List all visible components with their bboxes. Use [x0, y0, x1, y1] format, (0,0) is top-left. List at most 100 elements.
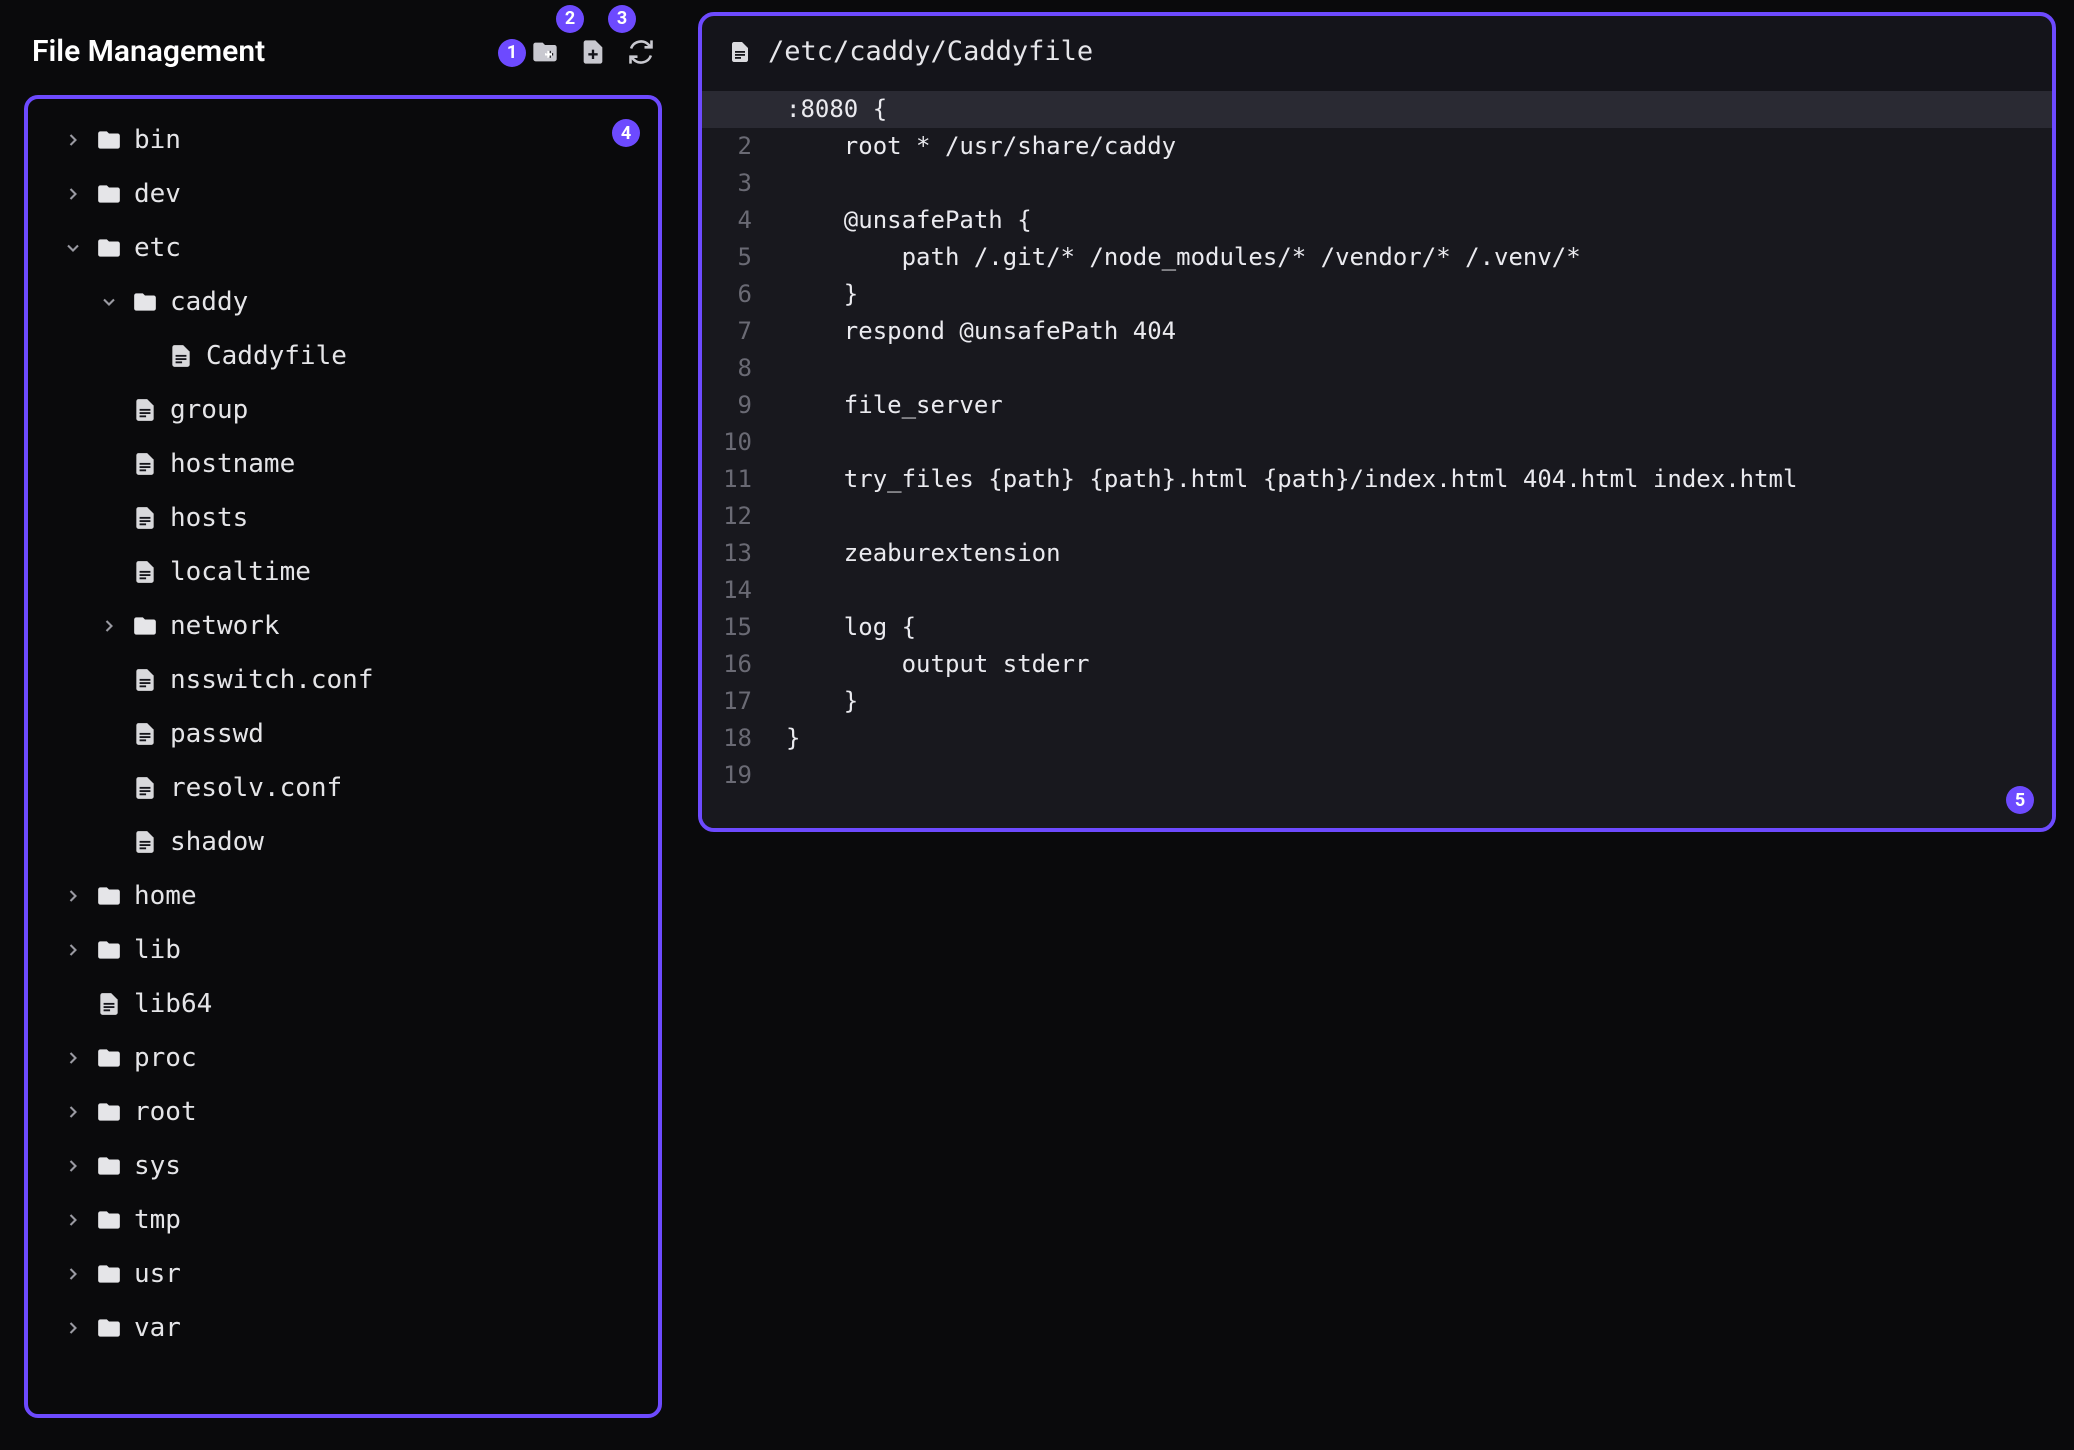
- tree-item-label: var: [134, 1313, 181, 1343]
- tree-item-label: usr: [134, 1259, 181, 1289]
- code-line[interactable]: [768, 572, 2040, 609]
- folder-icon: [96, 235, 122, 261]
- new-file-button[interactable]: 3: [576, 35, 610, 69]
- tree-item-label: root: [134, 1097, 197, 1127]
- chevron-right-icon[interactable]: [62, 1047, 84, 1069]
- code-line[interactable]: }: [768, 720, 2040, 757]
- refresh-button[interactable]: [624, 35, 658, 69]
- code-line[interactable]: :8080 {: [702, 91, 2052, 128]
- tree-file-localtime[interactable]: localtime: [38, 545, 648, 599]
- line-number: 18: [702, 720, 752, 757]
- tree-item-label: lib: [134, 935, 181, 965]
- editor-panel: /etc/caddy/Caddyfile 1234567891011121314…: [694, 8, 2066, 1442]
- chevron-right-icon[interactable]: [98, 615, 120, 637]
- tree-file-hosts[interactable]: hosts: [38, 491, 648, 545]
- tree-folder-home[interactable]: home: [38, 869, 648, 923]
- folder-icon: [132, 289, 158, 315]
- file-icon: [132, 721, 158, 747]
- code-line[interactable]: [768, 424, 2040, 461]
- code-line[interactable]: zeaburextension: [768, 535, 2040, 572]
- code-line[interactable]: [768, 757, 2040, 794]
- tree-item-label: shadow: [170, 827, 264, 857]
- folder-icon: [132, 613, 158, 639]
- tree-folder-sys[interactable]: sys: [38, 1139, 648, 1193]
- tree-item-label: home: [134, 881, 197, 911]
- code-line[interactable]: }: [768, 683, 2040, 720]
- annotation-badge-3: 3: [608, 5, 636, 33]
- chevron-right-icon[interactable]: [62, 885, 84, 907]
- tree-folder-tmp[interactable]: tmp: [38, 1193, 648, 1247]
- chevron-right-icon[interactable]: [62, 129, 84, 151]
- tree-file-hostname[interactable]: hostname: [38, 437, 648, 491]
- tree-file-caddyfile[interactable]: Caddyfile: [38, 329, 648, 383]
- line-number: 7: [702, 313, 752, 350]
- editor-header: /etc/caddy/Caddyfile: [702, 16, 2052, 91]
- line-number: 12: [702, 498, 752, 535]
- tree-item-label: dev: [134, 179, 181, 209]
- tree-folder-caddy[interactable]: caddy: [38, 275, 648, 329]
- tree-item-label: Caddyfile: [206, 341, 347, 371]
- file-management-panel: File Management 1 2 3: [8, 8, 678, 1442]
- code-line[interactable]: [768, 498, 2040, 535]
- code-line[interactable]: }: [768, 276, 2040, 313]
- chevron-down-icon[interactable]: [62, 237, 84, 259]
- folder-icon: [96, 181, 122, 207]
- code-line[interactable]: try_files {path} {path}.html {path}/inde…: [768, 461, 2040, 498]
- code-line[interactable]: root * /usr/share/caddy: [768, 128, 2040, 165]
- folder-icon: [96, 1045, 122, 1071]
- file-tree[interactable]: 4 bindevetccaddyCaddyfilegrouphostnameho…: [24, 95, 662, 1418]
- folder-icon: [96, 1207, 122, 1233]
- code-body[interactable]: 12345678910111213141516171819 :8080 { ro…: [702, 91, 2052, 828]
- line-number: 3: [702, 165, 752, 202]
- file-icon: [728, 40, 752, 64]
- tree-item-label: localtime: [170, 557, 311, 587]
- tree-folder-lib[interactable]: lib: [38, 923, 648, 977]
- tree-folder-bin[interactable]: bin: [38, 113, 648, 167]
- file-icon: [132, 397, 158, 423]
- tree-folder-proc[interactable]: proc: [38, 1031, 648, 1085]
- sidebar-header: File Management 1 2 3: [8, 16, 678, 87]
- line-number: 11: [702, 461, 752, 498]
- chevron-right-icon[interactable]: [62, 1209, 84, 1231]
- tree-file-passwd[interactable]: passwd: [38, 707, 648, 761]
- folder-icon: [96, 1315, 122, 1341]
- tree-file-lib64[interactable]: lib64: [38, 977, 648, 1031]
- line-number: 13: [702, 535, 752, 572]
- chevron-right-icon[interactable]: [62, 1155, 84, 1177]
- tree-item-label: hosts: [170, 503, 248, 533]
- folder-icon: [96, 1099, 122, 1125]
- tree-file-resolv-conf[interactable]: resolv.conf: [38, 761, 648, 815]
- code-line[interactable]: file_server: [768, 387, 2040, 424]
- chevron-right-icon[interactable]: [62, 183, 84, 205]
- tree-folder-network[interactable]: network: [38, 599, 648, 653]
- tree-folder-usr[interactable]: usr: [38, 1247, 648, 1301]
- code-line[interactable]: output stderr: [768, 646, 2040, 683]
- code-content[interactable]: :8080 { root * /usr/share/caddy @unsafeP…: [768, 91, 2040, 794]
- line-number: 2: [702, 128, 752, 165]
- code-line[interactable]: respond @unsafePath 404: [768, 313, 2040, 350]
- tree-folder-root[interactable]: root: [38, 1085, 648, 1139]
- tree-folder-dev[interactable]: dev: [38, 167, 648, 221]
- chevron-right-icon[interactable]: [62, 939, 84, 961]
- line-number: 6: [702, 276, 752, 313]
- chevron-right-icon[interactable]: [62, 1101, 84, 1123]
- new-folder-button[interactable]: 1 2: [528, 35, 562, 69]
- tree-folder-etc[interactable]: etc: [38, 221, 648, 275]
- tree-file-nsswitch-conf[interactable]: nsswitch.conf: [38, 653, 648, 707]
- code-line[interactable]: [768, 350, 2040, 387]
- chevron-right-icon[interactable]: [62, 1263, 84, 1285]
- code-line[interactable]: log {: [768, 609, 2040, 646]
- tree-file-shadow[interactable]: shadow: [38, 815, 648, 869]
- file-icon: [132, 505, 158, 531]
- tree-item-label: etc: [134, 233, 181, 263]
- chevron-down-icon[interactable]: [98, 291, 120, 313]
- tree-file-group[interactable]: group: [38, 383, 648, 437]
- line-number: 16: [702, 646, 752, 683]
- chevron-right-icon[interactable]: [62, 1317, 84, 1339]
- tree-item-label: caddy: [170, 287, 248, 317]
- tree-folder-var[interactable]: var: [38, 1301, 648, 1355]
- refresh-icon: [627, 38, 655, 66]
- code-line[interactable]: @unsafePath {: [768, 202, 2040, 239]
- code-line[interactable]: [768, 165, 2040, 202]
- code-line[interactable]: path /.git/* /node_modules/* /vendor/* /…: [768, 239, 2040, 276]
